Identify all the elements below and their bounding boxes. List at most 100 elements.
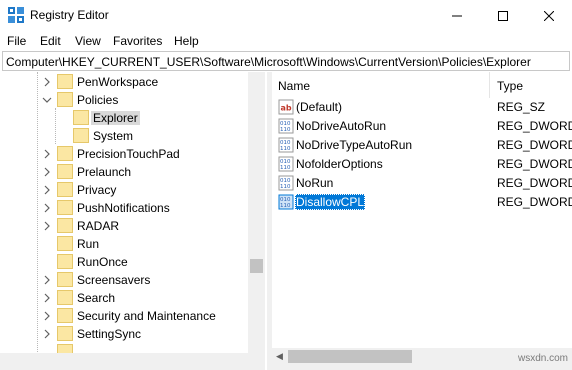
tree-item-label: PrecisionTouchPad — [77, 147, 180, 161]
tree-item-label: Search — [77, 291, 116, 305]
folder-icon — [57, 92, 73, 107]
tree-item-label: Prelaunch — [77, 165, 132, 179]
chevron-right-icon — [44, 77, 50, 87]
folder-icon — [57, 182, 73, 197]
folder-icon — [57, 236, 73, 251]
binary-value-icon: 010 110 — [278, 118, 294, 134]
tree-item[interactable]: Security and Maintenance — [0, 307, 248, 325]
tree-item[interactable]: Search — [0, 289, 248, 307]
tree-item[interactable]: RunOnce — [0, 253, 248, 271]
value-name: DisallowCPL — [295, 194, 366, 210]
folder-icon — [57, 254, 73, 269]
menu-help[interactable]: Help — [174, 34, 199, 48]
folder-icon — [57, 200, 73, 215]
value-type: REG_DWORD — [497, 195, 572, 209]
chevron-right-icon — [44, 293, 50, 303]
binary-value-icon: 010 110 — [278, 137, 294, 153]
folder-icon — [57, 146, 73, 161]
folder-icon — [57, 326, 73, 341]
value-row-selected[interactable]: 010 110 DisallowCPL REG_DWORD — [272, 193, 572, 211]
tree-item-label: Explorer — [91, 111, 140, 125]
value-row[interactable]: ab (Default) REG_SZ — [272, 98, 572, 116]
value-name: (Default) — [296, 100, 343, 114]
close-button[interactable] — [526, 0, 572, 31]
chevron-right-icon — [44, 185, 50, 195]
values-list: Name Type ab (Default) REG_SZ 010 110 No… — [272, 72, 572, 370]
menu-favorites[interactable]: Favorites — [113, 34, 162, 48]
folder-icon — [57, 308, 73, 323]
tree-item[interactable]: System — [0, 127, 248, 145]
column-header-name[interactable]: Name — [272, 72, 490, 98]
value-row[interactable]: 010 110 NofolderOptions REG_DWORD — [272, 155, 572, 173]
folder-icon — [57, 74, 73, 89]
close-icon — [544, 10, 554, 21]
svg-text:110: 110 — [280, 184, 291, 190]
tree-scroll-thumb[interactable] — [250, 259, 263, 273]
tree-item[interactable]: PrecisionTouchPad — [0, 145, 248, 163]
folder-icon — [57, 272, 73, 287]
binary-value-icon: 010 110 — [278, 156, 294, 172]
menu-file[interactable]: File — [7, 34, 26, 48]
binary-value-icon: 010 110 — [278, 194, 294, 210]
chevron-right-icon — [44, 275, 50, 285]
chevron-right-icon — [44, 311, 50, 321]
tree-item-label: Security and Maintenance — [77, 309, 216, 323]
tree-item-label: PenWorkspace — [77, 75, 159, 89]
value-type: REG_DWORD — [497, 119, 572, 133]
tree-item-label: Policies — [77, 93, 119, 107]
value-type: REG_DWORD — [497, 176, 572, 190]
chevron-right-icon — [44, 221, 50, 231]
maximize-icon — [498, 10, 508, 21]
chevron-right-icon — [44, 167, 50, 177]
list-scroll-thumb[interactable] — [288, 350, 412, 363]
column-header-name-label: Name — [278, 79, 311, 93]
tree-item[interactable]: PushNotifications — [0, 199, 248, 217]
tree-item-label: RunOnce — [77, 255, 128, 269]
svg-text:ab: ab — [281, 104, 292, 113]
chevron-right-icon — [44, 149, 50, 159]
tree-item[interactable]: PenWorkspace — [0, 73, 248, 91]
tree-item-label: PushNotifications — [77, 201, 170, 215]
tree-item-selected[interactable]: Explorer — [0, 109, 248, 127]
value-row[interactable]: 010 110 NoRun REG_DWORD — [272, 174, 572, 192]
tree-item[interactable]: Prelaunch — [0, 163, 248, 181]
tree-item-label: Screensavers — [77, 273, 151, 287]
value-type: REG_SZ — [497, 100, 546, 114]
tree-item[interactable]: Policies — [0, 91, 248, 109]
chevron-right-icon — [44, 329, 50, 339]
scroll-left-icon[interactable]: ◀ — [276, 351, 283, 362]
tree-item-label: SettingSync — [77, 327, 142, 341]
folder-icon — [57, 164, 73, 179]
string-value-icon: ab — [278, 99, 294, 115]
value-type: REG_DWORD — [497, 138, 572, 152]
menu-bar: File Edit View Favorites Help — [0, 31, 572, 51]
value-row[interactable]: 010 110 NoDriveAutoRun REG_DWORD — [272, 117, 572, 135]
tree-horizontal-scrollbar[interactable] — [0, 353, 265, 370]
svg-text:110: 110 — [280, 203, 291, 209]
title-bar: Registry Editor — [0, 0, 572, 31]
value-type: REG_DWORD — [497, 157, 572, 171]
tree-item[interactable]: Privacy — [0, 181, 248, 199]
svg-text:110: 110 — [280, 146, 291, 152]
menu-edit[interactable]: Edit — [40, 34, 61, 48]
tree-item-label: Run — [77, 237, 100, 251]
tree-item[interactable]: Run — [0, 235, 248, 253]
value-name: NofolderOptions — [296, 157, 383, 171]
tree-item[interactable]: Screensavers — [0, 271, 248, 289]
status-bar — [272, 365, 572, 370]
menu-view[interactable]: View — [75, 34, 101, 48]
column-header-type[interactable]: Type — [491, 72, 572, 98]
minimize-button[interactable] — [434, 0, 480, 31]
tree-item[interactable]: RADAR — [0, 217, 248, 235]
maximize-button[interactable] — [480, 0, 526, 31]
folder-icon — [73, 128, 89, 143]
address-bar[interactable]: Computer\HKEY_CURRENT_USER\Software\Micr… — [2, 51, 570, 71]
value-row[interactable]: 010 110 NoDriveTypeAutoRun REG_DWORD — [272, 136, 572, 154]
binary-value-icon: 010 110 — [278, 175, 294, 191]
registry-editor-icon — [8, 7, 24, 23]
value-name: NoRun — [296, 176, 334, 190]
key-tree: PenWorkspace Policies Explorer System Pr… — [0, 72, 267, 370]
tree-item[interactable]: SettingSync — [0, 325, 248, 343]
tree-vertical-scrollbar[interactable] — [248, 72, 265, 353]
tree-item-label: System — [93, 129, 134, 143]
